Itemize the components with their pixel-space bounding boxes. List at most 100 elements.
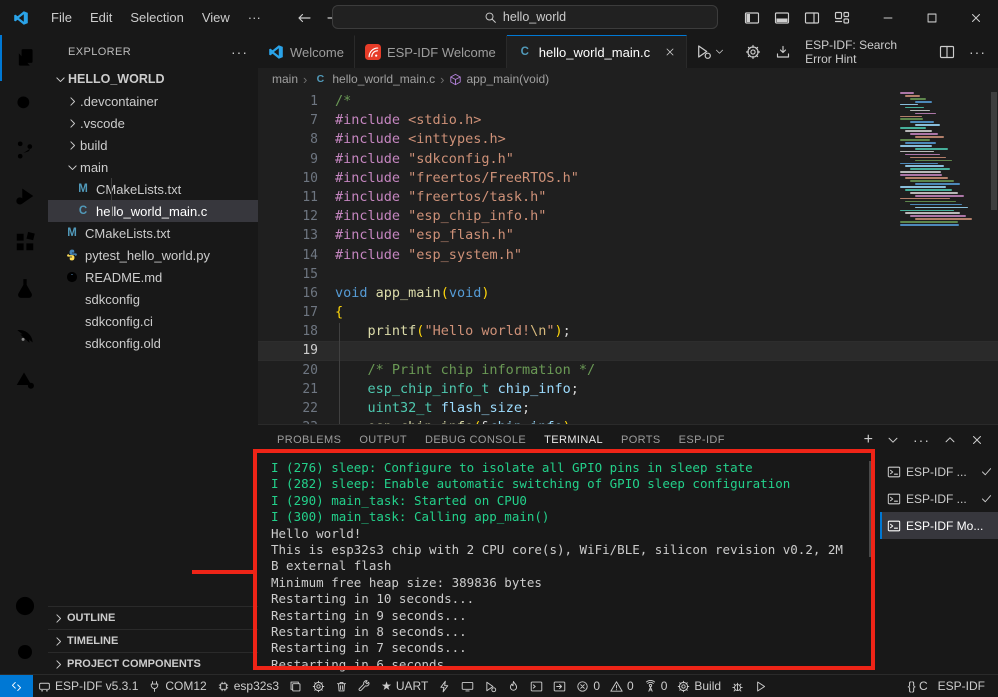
gear-icon[interactable] [745, 44, 761, 60]
folder-.vscode[interactable]: .vscode [48, 112, 258, 134]
panel-tab-terminal[interactable]: TERMINAL [535, 434, 612, 446]
file-README.md[interactable]: README.md [48, 266, 258, 288]
close-panel-icon[interactable] [970, 433, 984, 447]
code-line-20[interactable]: 20 /* Print chip information */ [258, 361, 998, 380]
status-monitor[interactable] [456, 675, 479, 697]
status-device-target[interactable]: esp32s3 [212, 675, 284, 697]
status-esp-idf-version[interactable]: ESP-IDF v5.3.1 [33, 675, 143, 697]
activity-testing[interactable] [0, 265, 48, 311]
file-CMakeLists.txt[interactable]: MCMakeLists.txt [48, 178, 258, 200]
breadcrumb-item[interactable]: app_main(void) [449, 72, 549, 86]
code-line-11[interactable]: 11#include "freertos/task.h" [258, 188, 998, 207]
tab-esp-idf-welcome[interactable]: ESP-IDF Welcome [355, 35, 507, 68]
breadcrumb-item[interactable]: Chello_world_main.c [312, 72, 435, 86]
code-line-18[interactable]: 18 printf("Hello world!\n"); [258, 322, 998, 341]
activity-run-and-debug[interactable] [0, 173, 48, 219]
tab-welcome[interactable]: Welcome [258, 35, 355, 68]
status-language-mode[interactable]: {} C [903, 675, 933, 697]
file-sdkconfig.ci[interactable]: sdkconfig.ci [48, 310, 258, 332]
status-build-flash-monitor[interactable] [502, 675, 525, 697]
status-warnings[interactable]: 0 [605, 675, 639, 697]
menu-more-icon[interactable]: ··· [239, 6, 270, 30]
explorer-more-actions[interactable]: ··· [231, 44, 248, 60]
activity-accounts[interactable] [0, 583, 48, 629]
minimap[interactable] [900, 92, 986, 230]
panel-tab-esp-idf[interactable]: ESP-IDF [670, 434, 734, 446]
panel-tab-output[interactable]: OUTPUT [350, 434, 416, 446]
status-flash[interactable] [433, 675, 456, 697]
split-editor-icon[interactable] [939, 44, 955, 60]
status-full-clean[interactable] [330, 675, 353, 697]
esp-idf-search-error-hint-button[interactable]: ESP-IDF: Search Error Hint [805, 38, 925, 66]
status-run[interactable] [749, 675, 772, 697]
activity-search[interactable] [0, 81, 48, 127]
status-idf-terminal[interactable] [525, 675, 548, 697]
toggle-secondary-sidebar-icon[interactable] [804, 10, 820, 26]
toggle-panel-icon[interactable] [774, 10, 790, 26]
status-serial-port[interactable]: COM12 [143, 675, 211, 697]
terminal-output[interactable]: I (276) sleep: Configure to isolate all … [258, 455, 880, 675]
new-terminal-icon[interactable]: + [864, 431, 873, 449]
file-sdkconfig[interactable]: sdkconfig [48, 288, 258, 310]
folder-build[interactable]: build [48, 134, 258, 156]
folder-.devcontainer[interactable]: .devcontainer [48, 90, 258, 112]
panel-tab-ports[interactable]: PORTS [612, 434, 670, 446]
code-line-7[interactable]: 7#include <stdio.h> [258, 111, 998, 130]
folder-root[interactable]: HELLO_WORLD [48, 68, 258, 90]
close-icon[interactable] [664, 46, 676, 58]
install-tray-icon[interactable] [775, 44, 791, 60]
customize-layout-icon[interactable] [834, 10, 850, 26]
status-remote[interactable] [0, 675, 33, 697]
status-build[interactable]: Build [672, 675, 726, 697]
run-or-debug-button[interactable] [687, 35, 733, 68]
maximize-panel-icon[interactable] [943, 433, 957, 447]
breadcrumb-item[interactable]: main [272, 72, 298, 86]
code-line-1[interactable]: 1/* [258, 92, 998, 111]
panel-tab-problems[interactable]: PROBLEMS [268, 434, 350, 446]
nav-back-icon[interactable] [296, 10, 312, 26]
status-custom-task[interactable] [353, 675, 376, 697]
terminal-scrollbar[interactable] [869, 461, 874, 557]
close-button[interactable] [954, 0, 998, 35]
code-line-16[interactable]: 16void app_main(void) [258, 284, 998, 303]
terminal-instance-1[interactable]: ESP-IDF ... [880, 458, 998, 485]
code-line-10[interactable]: 10#include "freertos/FreeRTOS.h" [258, 169, 998, 188]
activity-esp-idf-tools[interactable] [0, 357, 48, 403]
status-ports-forwarded[interactable]: 0 [639, 675, 673, 697]
status-debug-alt[interactable] [726, 675, 749, 697]
panel-more-icon[interactable]: ··· [913, 432, 930, 448]
section-outline[interactable]: OUTLINE [48, 606, 258, 629]
status-open-idf-terminal[interactable] [548, 675, 571, 697]
menu-edit[interactable]: Edit [81, 6, 121, 30]
code-line-12[interactable]: 12#include "esp_chip_info.h" [258, 207, 998, 226]
menu-view[interactable]: View [193, 6, 239, 30]
status-flash-method[interactable]: ★UART [376, 675, 433, 697]
file-hello_world_main.c[interactable]: Chello_world_main.c [48, 200, 258, 222]
code-line-17[interactable]: 17{ [258, 303, 998, 322]
code-line-15[interactable]: 15 [258, 265, 998, 284]
file-sdkconfig.old[interactable]: sdkconfig.old [48, 332, 258, 354]
editor-scrollbar[interactable] [991, 92, 997, 210]
terminal-instance-3[interactable]: ESP-IDF Mo... [880, 512, 998, 539]
code-line-14[interactable]: 14#include "esp_system.h" [258, 246, 998, 265]
section-timeline[interactable]: TIMELINE [48, 629, 258, 652]
code-line-21[interactable]: 21 esp_chip_info_t chip_info; [258, 380, 998, 399]
minimize-button[interactable] [866, 0, 910, 35]
file-pytest_hello_world.py[interactable]: pytest_hello_world.py [48, 244, 258, 266]
more-actions-icon[interactable]: ··· [969, 44, 986, 60]
status-debug[interactable] [479, 675, 502, 697]
code-line-8[interactable]: 8#include <inttypes.h> [258, 130, 998, 149]
terminal-dropdown-icon[interactable] [886, 433, 900, 447]
activity-explorer[interactable] [0, 35, 48, 81]
menu-selection[interactable]: Selection [121, 6, 192, 30]
activity-extensions[interactable] [0, 219, 48, 265]
code-line-9[interactable]: 9#include "sdkconfig.h" [258, 150, 998, 169]
maximize-button[interactable] [910, 0, 954, 35]
code-line-22[interactable]: 22 uint32_t flash_size; [258, 399, 998, 418]
toggle-primary-sidebar-icon[interactable] [744, 10, 760, 26]
code-line-19[interactable]: 19 [258, 341, 998, 360]
status-select-project-folder[interactable] [284, 675, 307, 697]
status-menuconfig[interactable] [307, 675, 330, 697]
panel-tab-debug-console[interactable]: DEBUG CONSOLE [416, 434, 535, 446]
menu-file[interactable]: File [42, 6, 81, 30]
